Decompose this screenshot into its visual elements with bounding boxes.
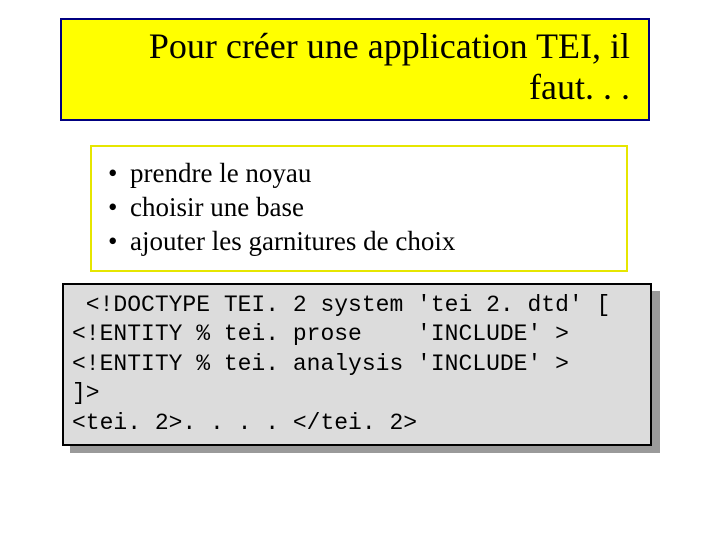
- slide-title: Pour créer une application TEI, il faut.…: [149, 26, 630, 107]
- bullet-item: ajouter les garnitures de choix: [130, 225, 618, 259]
- code-block: <!DOCTYPE TEI. 2 system 'tei 2. dtd' [ <…: [62, 283, 652, 446]
- code-content: <!DOCTYPE TEI. 2 system 'tei 2. dtd' [ <…: [62, 283, 652, 446]
- bullets-box: prendre le noyau choisir une base ajoute…: [90, 145, 628, 272]
- slide: Pour créer une application TEI, il faut.…: [0, 0, 720, 540]
- bullet-item: prendre le noyau: [130, 157, 618, 191]
- bullet-item: choisir une base: [130, 191, 618, 225]
- title-box: Pour créer une application TEI, il faut.…: [60, 18, 650, 121]
- bullet-list: prendre le noyau choisir une base ajoute…: [100, 157, 618, 258]
